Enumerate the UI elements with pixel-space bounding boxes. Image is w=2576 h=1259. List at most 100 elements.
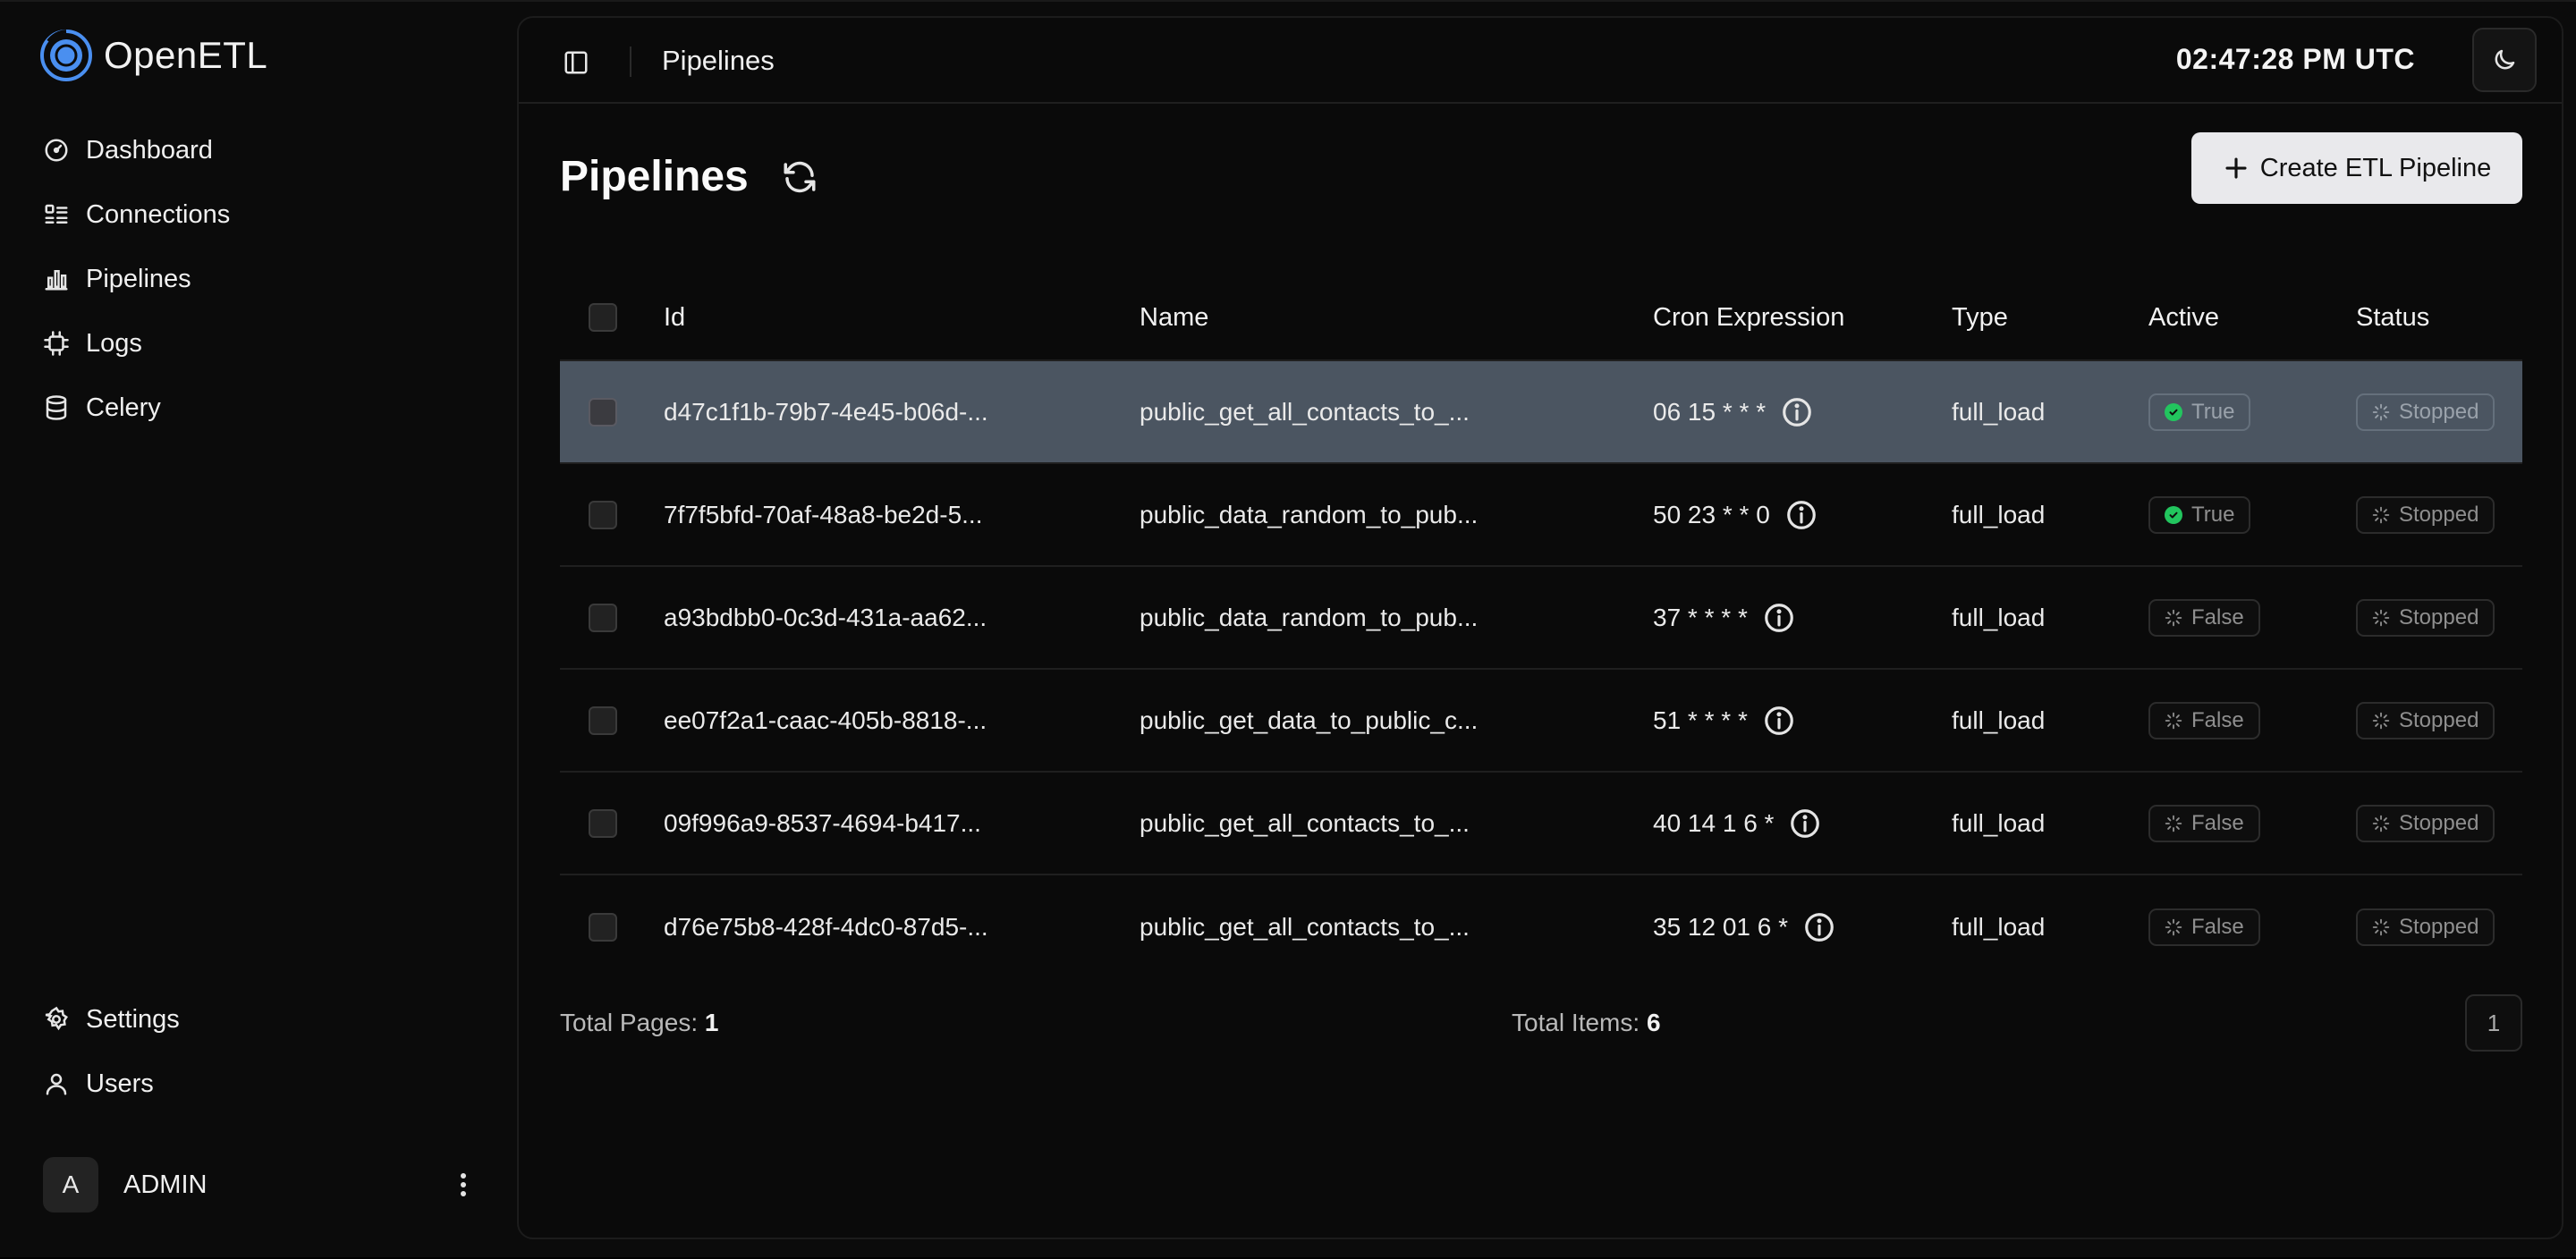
- create-etl-pipeline-button[interactable]: Create ETL Pipeline: [2191, 132, 2522, 204]
- pipeline-name[interactable]: public_get_all_contacts_to_...: [1140, 773, 1470, 874]
- page-button[interactable]: 1: [2465, 994, 2522, 1052]
- pipeline-id[interactable]: a93bdbb0-0c3d-431a-aa62...: [664, 567, 987, 668]
- cron-expression: 50 23 * * 0: [1653, 500, 1770, 528]
- pipeline-name[interactable]: public_data_random_to_pub...: [1140, 464, 1478, 565]
- table-row[interactable]: 09f996a9-8537-4694-b417... public_get_all…: [560, 773, 2522, 875]
- sidebar-item-label: Logs: [86, 328, 142, 358]
- row-checkbox[interactable]: [589, 706, 617, 735]
- sidebar-item-users[interactable]: Users: [36, 1052, 483, 1116]
- total-pages: Total Pages: 1: [560, 1009, 718, 1037]
- table-row[interactable]: 7f7f5bfd-70af-48a8-be2d-5... public_data_…: [560, 464, 2522, 567]
- pipeline-type: full_load: [1952, 500, 2046, 528]
- sidebar-item-label: Dashboard: [86, 135, 213, 165]
- info-icon[interactable]: [1762, 601, 1796, 635]
- row-checkbox[interactable]: [589, 397, 617, 427]
- gear-icon: [45, 1006, 68, 1031]
- main-panel: Pipelines 02:47:28 PM UTC Pipelines Crea…: [517, 16, 2563, 1239]
- pipeline-type: full_load: [1952, 603, 2046, 631]
- sidebar-item-connections[interactable]: Connections: [36, 182, 483, 247]
- cron-cell: 06 15 * * *: [1653, 361, 1814, 462]
- pipeline-name[interactable]: public_get_data_to_public_c...: [1140, 670, 1478, 771]
- pipeline-id[interactable]: d76e75b8-428f-4dc0-87d5-...: [664, 875, 988, 978]
- status-value: Stopped: [2399, 604, 2479, 630]
- active-cell: False: [2148, 773, 2260, 874]
- moon-icon: [2495, 49, 2515, 70]
- breadcrumb: Pipelines: [662, 45, 775, 76]
- status-value: Stopped: [2399, 502, 2479, 527]
- theme-toggle-button[interactable]: [2472, 28, 2537, 92]
- create-button-label: Create ETL Pipeline: [2259, 153, 2492, 182]
- loader-icon: [2372, 712, 2390, 730]
- pipeline-name[interactable]: public_get_all_contacts_to_...: [1140, 361, 1470, 462]
- pipelines-table: Id Name Cron Expression Type Active Stat…: [560, 275, 2522, 978]
- user-menu[interactable]: A ADMIN: [43, 1157, 481, 1213]
- sidebar-item-pipelines[interactable]: Pipelines: [36, 247, 483, 311]
- sidebar-item-label: Celery: [86, 393, 161, 422]
- info-icon[interactable]: [1788, 807, 1822, 841]
- column-header-active[interactable]: Active: [2148, 275, 2219, 359]
- loader-icon: [2165, 918, 2182, 936]
- status-cell: Stopped: [2356, 875, 2496, 978]
- refresh-icon: [784, 161, 816, 192]
- active-badge: True: [2148, 393, 2251, 431]
- table-row[interactable]: d47c1f1b-79b7-4e45-b06d-... public_get_al…: [560, 361, 2522, 464]
- row-checkbox[interactable]: [589, 603, 617, 632]
- info-icon[interactable]: [1802, 910, 1836, 944]
- column-header-type[interactable]: Type: [1952, 275, 2008, 359]
- pipeline-id[interactable]: d47c1f1b-79b7-4e45-b06d-...: [664, 361, 988, 462]
- row-checkbox[interactable]: [589, 808, 617, 838]
- cron-expression: 37 * * * *: [1653, 603, 1748, 631]
- total-items-value: 6: [1646, 1009, 1661, 1036]
- refresh-button[interactable]: [779, 156, 820, 198]
- app-name: OpenETL: [104, 34, 268, 76]
- row-checkbox-cell: [589, 670, 617, 771]
- sidebar-toggle-button[interactable]: [558, 45, 594, 80]
- pipeline-id[interactable]: 09f996a9-8537-4694-b417...: [664, 773, 981, 874]
- active-badge: False: [2148, 598, 2260, 637]
- status-cell: Stopped: [2356, 464, 2496, 565]
- pipeline-name[interactable]: public_get_all_contacts_to_...: [1140, 875, 1470, 978]
- more-options-button[interactable]: [445, 1167, 481, 1203]
- active-value: False: [2191, 604, 2244, 630]
- user-name: ADMIN: [123, 1170, 208, 1199]
- sidebar-item-celery[interactable]: Celery: [36, 376, 483, 440]
- active-badge: False: [2148, 701, 2260, 739]
- sidebar-nav: Dashboard Connections Pipelines Logs Cel…: [36, 118, 483, 440]
- column-header-cron[interactable]: Cron Expression: [1653, 275, 1844, 359]
- active-badge: False: [2148, 908, 2260, 946]
- column-header-name[interactable]: Name: [1140, 275, 1208, 359]
- dashboard-icon: [45, 139, 68, 162]
- status-badge: Stopped: [2356, 908, 2496, 946]
- pipeline-id[interactable]: ee07f2a1-caac-405b-8818-...: [664, 670, 987, 771]
- column-header-id[interactable]: Id: [664, 275, 685, 359]
- pipeline-type: full_load: [1952, 808, 2046, 837]
- column-header-status[interactable]: Status: [2356, 275, 2429, 359]
- total-items-label: Total Items:: [1512, 1009, 1640, 1036]
- brand[interactable]: OpenETL: [39, 29, 267, 82]
- select-all-checkbox[interactable]: [589, 303, 617, 332]
- topbar: Pipelines 02:47:28 PM UTC: [519, 18, 2562, 104]
- table-row[interactable]: d76e75b8-428f-4dc0-87d5-... public_get_al…: [560, 875, 2522, 978]
- loader-icon: [2165, 712, 2182, 730]
- cron-expression: 35 12 01 6 *: [1653, 912, 1789, 941]
- pipelines-icon: [45, 270, 68, 291]
- pipeline-id[interactable]: 7f7f5bfd-70af-48a8-be2d-5...: [664, 464, 982, 565]
- pipeline-name[interactable]: public_data_random_to_pub...: [1140, 567, 1478, 668]
- status-badge: Stopped: [2356, 495, 2496, 534]
- info-icon[interactable]: [1762, 704, 1796, 738]
- info-icon[interactable]: [1784, 498, 1818, 532]
- active-cell: True: [2148, 361, 2251, 462]
- sidebar-item-label: Pipelines: [86, 264, 191, 293]
- table-row[interactable]: a93bdbb0-0c3d-431a-aa62... public_data_ra…: [560, 567, 2522, 670]
- cron-expression: 06 15 * * *: [1653, 397, 1767, 426]
- sidebar-item-logs[interactable]: Logs: [36, 311, 483, 376]
- sidebar-item-settings[interactable]: Settings: [36, 987, 483, 1052]
- row-checkbox[interactable]: [589, 500, 617, 529]
- info-icon[interactable]: [1780, 395, 1814, 429]
- row-checkbox[interactable]: [589, 912, 617, 942]
- check-circle-icon: [2165, 402, 2182, 421]
- kebab-menu-icon: [461, 1173, 466, 1196]
- sidebar-toggle-icon: [564, 51, 588, 74]
- sidebar-item-dashboard[interactable]: Dashboard: [36, 118, 483, 182]
- table-row[interactable]: ee07f2a1-caac-405b-8818-... public_get_da…: [560, 670, 2522, 773]
